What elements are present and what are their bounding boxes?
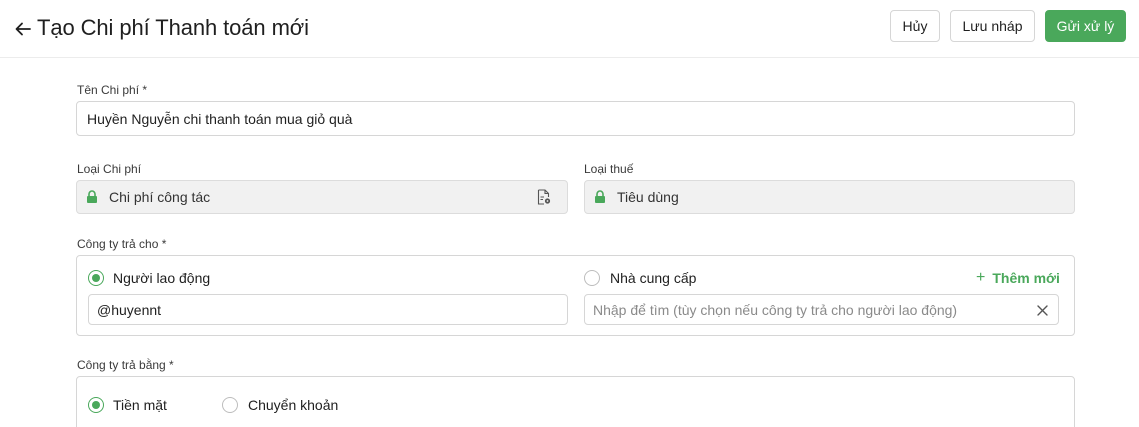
radio-employee[interactable] bbox=[88, 270, 104, 286]
page-header: Tạo Chi phí Thanh toán mới Hủy Lưu nháp … bbox=[0, 0, 1139, 58]
supplier-search-placeholder: Nhập để tìm (tùy chọn nếu công ty trả ch… bbox=[593, 301, 958, 318]
radio-bank-transfer[interactable] bbox=[222, 397, 238, 413]
expense-type-field: Chi phí công tác bbox=[76, 180, 568, 214]
add-new-label: Thêm mới bbox=[992, 270, 1060, 286]
employee-value: @huyennt bbox=[97, 301, 162, 318]
submit-button[interactable]: Gửi xử lý bbox=[1045, 10, 1126, 42]
supplier-search-input[interactable]: Nhập để tìm (tùy chọn nếu công ty trả ch… bbox=[584, 294, 1059, 325]
tax-type-value: Tiêu dùng bbox=[617, 189, 679, 205]
radio-bank-transfer-label[interactable]: Chuyển khoản bbox=[248, 397, 338, 413]
close-icon[interactable] bbox=[1037, 305, 1048, 316]
save-draft-button[interactable]: Lưu nháp bbox=[950, 10, 1035, 42]
paid-by-label: Công ty trả bằng * bbox=[77, 358, 174, 372]
radio-cash[interactable] bbox=[88, 397, 104, 413]
paid-to-label: Công ty trả cho * bbox=[77, 237, 167, 251]
radio-cash-label[interactable]: Tiền mặt bbox=[113, 397, 167, 413]
expense-name-value: Huyền Nguyễn chi thanh toán mua giỏ quà bbox=[87, 110, 353, 127]
lock-icon bbox=[595, 190, 605, 203]
radio-supplier-label[interactable]: Nhà cung cấp bbox=[610, 270, 696, 286]
add-new-link[interactable]: + Thêm mới bbox=[976, 269, 1060, 287]
lock-icon bbox=[87, 190, 97, 203]
expense-type-value: Chi phí công tác bbox=[109, 189, 211, 205]
employee-input[interactable]: @huyennt bbox=[88, 294, 568, 325]
arrow-left-icon[interactable] bbox=[13, 19, 33, 39]
tax-type-field: Tiêu dùng bbox=[584, 180, 1075, 214]
expense-name-label: Tên Chi phí * bbox=[77, 83, 148, 97]
plus-icon: + bbox=[976, 269, 986, 286]
expense-name-input[interactable]: Huyền Nguyễn chi thanh toán mua giỏ quà bbox=[76, 101, 1075, 136]
expense-type-label: Loại Chi phí bbox=[77, 162, 142, 176]
document-settings-icon[interactable] bbox=[537, 189, 551, 205]
radio-supplier[interactable] bbox=[584, 270, 600, 286]
page-title: Tạo Chi phí Thanh toán mới bbox=[37, 15, 309, 40]
tax-type-label: Loại thuế bbox=[584, 162, 634, 176]
cancel-button[interactable]: Hủy bbox=[890, 10, 940, 42]
radio-employee-label[interactable]: Người lao động bbox=[113, 270, 210, 286]
